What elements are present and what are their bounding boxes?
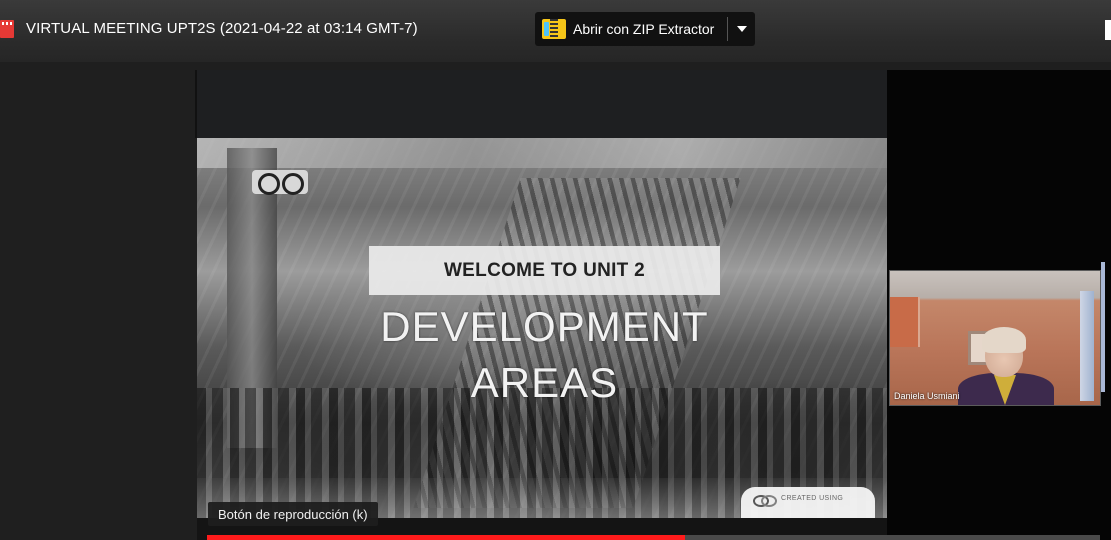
open-with-dropdown-button[interactable] bbox=[729, 12, 755, 46]
station-ceiling bbox=[197, 138, 887, 168]
participant-background-lamp bbox=[1080, 291, 1094, 401]
progress-bar[interactable] bbox=[207, 535, 1100, 540]
underground-roundel bbox=[252, 170, 308, 195]
welcome-text: WELCOME TO UNIT 2 bbox=[443, 259, 646, 281]
slide-title-line2: AREAS bbox=[470, 359, 619, 406]
participant-name: Daniela Usmiani bbox=[894, 391, 960, 401]
slide-title-line1: DEVELOPMENT bbox=[380, 303, 709, 350]
zip-extractor-icon bbox=[542, 19, 566, 39]
chevron-down-icon bbox=[737, 26, 747, 32]
drive-video-preview: VIRTUAL MEETING UPT2S (2021-04-22 at 03:… bbox=[0, 0, 1111, 540]
app-logo-icon bbox=[753, 493, 777, 507]
scrollbar[interactable] bbox=[1101, 262, 1105, 392]
video-frame[interactable]: WELCOME TO UNIT 2 DEVELOPMENT AREAS CREA… bbox=[197, 138, 887, 518]
welcome-banner: WELCOME TO UNIT 2 bbox=[369, 246, 720, 295]
video-file-icon bbox=[0, 20, 14, 38]
preview-header: VIRTUAL MEETING UPT2S (2021-04-22 at 03:… bbox=[0, 0, 1111, 62]
open-with-button[interactable]: Abrir con ZIP Extractor bbox=[535, 12, 755, 46]
participant-hair bbox=[982, 327, 1026, 353]
created-using-badge: CREATED USING bbox=[741, 487, 875, 518]
play-button-tooltip: Botón de reproducción (k) bbox=[208, 502, 378, 526]
video-top-bar bbox=[195, 70, 887, 138]
open-with-label: Abrir con ZIP Extractor bbox=[573, 21, 715, 37]
participant-background-window bbox=[890, 297, 920, 347]
progress-bar-fill bbox=[207, 535, 685, 540]
header-edge-control[interactable] bbox=[1105, 20, 1111, 40]
file-title: VIRTUAL MEETING UPT2S (2021-04-22 at 03:… bbox=[26, 20, 418, 37]
open-with-divider bbox=[727, 17, 728, 41]
created-using-text: CREATED USING bbox=[781, 495, 844, 502]
participant-video-tile: Daniela Usmiani bbox=[889, 270, 1101, 406]
